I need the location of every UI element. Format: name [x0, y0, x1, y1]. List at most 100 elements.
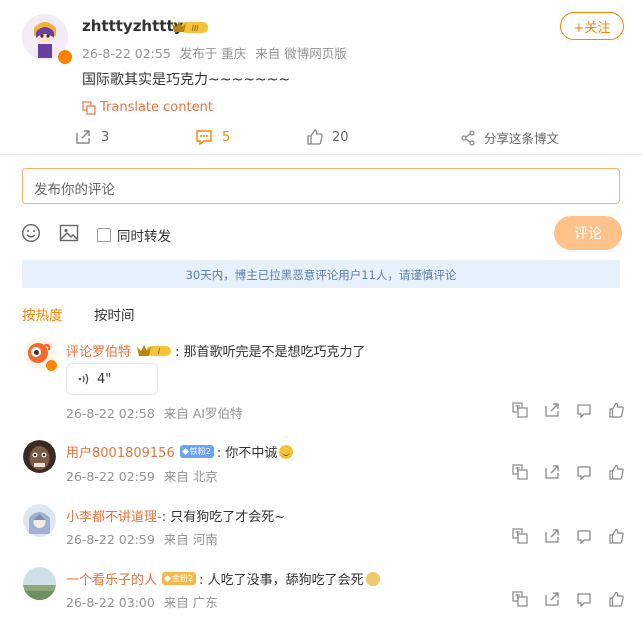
dog-emoji-icon: [365, 571, 380, 586]
repost-checkbox[interactable]: 同时转发: [97, 225, 171, 245]
crown-level-badge: III: [171, 19, 209, 35]
post-timestamp[interactable]: 26-8-22 02:55: [82, 46, 171, 61]
comment-meta: 26-8-22 03:00 来自 广东: [66, 592, 218, 611]
verified-badge-icon: [45, 359, 58, 372]
emoji-button[interactable]: [21, 223, 41, 243]
comment-meta: 26-8-22 02:59 来自 北京: [66, 466, 218, 485]
repost-button[interactable]: [544, 464, 562, 482]
repost-button[interactable]: [544, 591, 562, 609]
voice-icon: [78, 373, 89, 385]
comment-icon: [196, 130, 212, 146]
repost-icon: [545, 403, 559, 417]
voice-message[interactable]: 4": [66, 363, 158, 395]
comment-button[interactable]: 5: [195, 128, 230, 146]
repost-button[interactable]: 3: [74, 128, 109, 146]
comment-username[interactable]: 评论罗伯特: [66, 341, 131, 360]
post-source: 来自 微博网页版: [255, 46, 347, 61]
repost-button[interactable]: [544, 402, 562, 420]
comment-timestamp: 26-8-22 02:58: [66, 406, 155, 421]
crown-badge-icon: I: [137, 345, 172, 356]
diamond-icon: [163, 574, 172, 583]
translate-icon: [82, 100, 96, 115]
tab-sort-hot[interactable]: 按热度: [22, 304, 63, 324]
repost-icon: [545, 592, 559, 606]
like-button[interactable]: [608, 402, 626, 420]
repost-button[interactable]: [544, 528, 562, 546]
like-button[interactable]: 20: [306, 128, 349, 146]
translate-button[interactable]: [512, 402, 530, 420]
like-icon: [307, 129, 323, 145]
comment-text: : 人吃了没事，舔狗吃了会死: [199, 573, 364, 588]
translate-button[interactable]: [512, 464, 530, 482]
translate-icon: [512, 402, 528, 418]
comment-meta: 26-8-22 02:58 来自 AI罗伯特: [66, 403, 243, 422]
comment-timestamp: 26-8-22 02:59: [66, 469, 155, 484]
repost-checkbox-label: 同时转发: [117, 229, 171, 245]
fan-badge-label: 铁粉2: [189, 447, 211, 456]
verified-badge-icon: [57, 49, 73, 65]
avatar[interactable]: [23, 504, 56, 537]
translate-icon: [512, 591, 528, 607]
share-button[interactable]: 分享这条博文: [460, 128, 559, 147]
post-location: 发布于 重庆: [179, 46, 247, 61]
fan-badge-label: 金粉2: [172, 574, 194, 583]
reply-button[interactable]: [576, 402, 594, 420]
voice-duration: 4": [97, 371, 112, 387]
blocked-users-notice: 30天内，博主已拉黑恶意评论用户11人，请谨慎评论: [22, 260, 620, 288]
reply-button[interactable]: [576, 464, 594, 482]
tab-sort-time[interactable]: 按时间: [94, 304, 135, 324]
like-icon: [609, 591, 624, 607]
avatar[interactable]: [23, 440, 56, 473]
reply-icon: [577, 404, 591, 418]
comment-input-placeholder: 发布你的评论: [34, 182, 115, 198]
image-button[interactable]: [59, 223, 79, 243]
divider: [0, 154, 643, 155]
post-meta: 26-8-22 02:55 发布于 重庆 来自 微博网页版: [82, 43, 347, 62]
post-author-name[interactable]: zhtttyzhttty: [82, 17, 183, 35]
fan-badge: 铁粉2: [179, 445, 214, 458]
translate-button[interactable]: [512, 591, 530, 609]
translate-icon: [512, 528, 528, 544]
comment-source: 来自 北京: [163, 469, 218, 484]
smile-emoji-icon: [279, 444, 294, 459]
comment-username[interactable]: 用户8001809156: [66, 442, 175, 461]
share-icon: [461, 129, 475, 146]
comment-username[interactable]: 小李都不讲道理-: [66, 510, 162, 525]
like-button[interactable]: [608, 528, 626, 546]
comment-timestamp: 26-8-22 03:00: [66, 595, 155, 610]
like-button[interactable]: [608, 591, 626, 609]
checkbox-box[interactable]: [97, 228, 111, 242]
follow-button[interactable]: +关注: [560, 12, 624, 40]
reply-button[interactable]: [576, 591, 594, 609]
like-icon: [609, 402, 624, 418]
badge-level-text: III: [191, 24, 199, 33]
like-count: 20: [332, 129, 349, 145]
submit-comment-button[interactable]: 评论: [554, 216, 622, 250]
comment-text: : 只有狗吃了才会死~: [161, 510, 286, 525]
comment-line: 用户8001809156 铁粉2 : 你不中诚: [66, 442, 294, 461]
image-icon: [59, 224, 79, 242]
comment-count: 5: [222, 129, 231, 145]
fan-badge: 金粉2: [162, 572, 197, 585]
comment-text: : 你不中诚: [216, 446, 278, 461]
post-content: 国际歌其实是巧克力~~~~~~~: [82, 72, 291, 88]
follow-label: +关注: [573, 20, 611, 36]
comment-source: 来自 广东: [163, 595, 218, 610]
translate-icon: [512, 464, 528, 480]
translate-label: Translate content: [100, 100, 213, 115]
like-button[interactable]: [608, 464, 626, 482]
submit-label: 评论: [574, 226, 602, 242]
emoji-icon: [21, 223, 41, 243]
reply-icon: [577, 530, 591, 544]
translate-button[interactable]: [512, 528, 530, 546]
repost-count: 3: [101, 129, 110, 145]
repost-icon: [76, 130, 90, 144]
comment-source: 来自 河南: [163, 532, 218, 547]
comment-username[interactable]: 一个看乐子的人: [66, 569, 157, 588]
comment-input[interactable]: 发布你的评论: [22, 168, 620, 204]
translate-link[interactable]: Translate content: [82, 100, 213, 115]
avatar[interactable]: [23, 567, 56, 600]
repost-icon: [545, 465, 559, 479]
notice-text: 30天内，博主已拉黑恶意评论用户11人，请谨慎评论: [185, 268, 457, 282]
reply-button[interactable]: [576, 528, 594, 546]
